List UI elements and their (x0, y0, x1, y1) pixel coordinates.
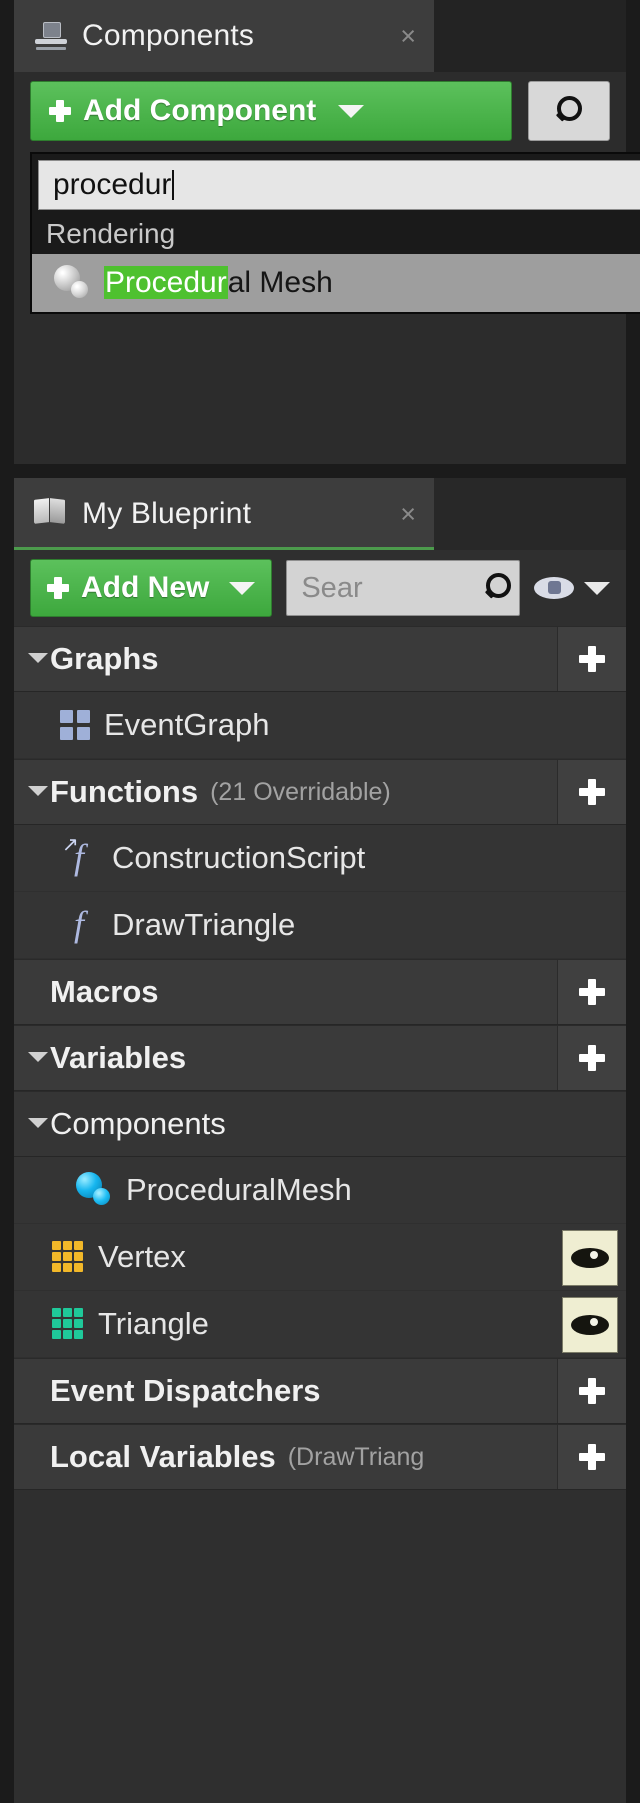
tree-item-label: EventGraph (104, 707, 270, 742)
tree-item-triangle[interactable]: Triangle (14, 1291, 626, 1358)
section-label-macros: Macros (50, 974, 159, 1009)
plus-icon (47, 577, 69, 599)
add-event-dispatcher-button[interactable] (557, 1359, 626, 1423)
section-label-event-dispatchers: Event Dispatchers (50, 1373, 321, 1408)
my-blueprint-tree: Graphs EventGraph Functions (21 Overrida… (14, 626, 626, 1610)
plus-icon (579, 779, 605, 805)
array-grid-icon (52, 1308, 84, 1340)
visibility-toggle-button[interactable] (534, 577, 614, 599)
add-function-button[interactable] (557, 760, 626, 824)
section-header-local-variables[interactable]: Local Variables (DrawTriang (14, 1424, 626, 1490)
section-label-components: Components (50, 1106, 226, 1141)
components-toolbar: Add Component (14, 72, 626, 150)
add-macro-button[interactable] (557, 960, 626, 1024)
close-icon[interactable]: × (360, 21, 416, 52)
myblueprint-tabstrip: My Blueprint × (14, 478, 626, 550)
add-graph-button[interactable] (557, 627, 626, 691)
components-tabstrip: Components × (14, 0, 626, 72)
tree-item-label: Triangle (98, 1306, 209, 1341)
tree-item-draw-triangle[interactable]: f DrawTriangle (14, 892, 626, 959)
blueprint-editor-panels: Components × Add Component procedur Rend… (0, 0, 640, 1803)
tab-active-underline (14, 547, 434, 550)
tree-item-label: DrawTriangle (112, 907, 296, 942)
component-search-input[interactable]: procedur (38, 160, 640, 210)
plus-icon (579, 979, 605, 1005)
chevron-down-icon (584, 581, 610, 595)
local-variables-scope: (DrawTriang (287, 1442, 425, 1471)
sphere-mesh-icon (76, 1172, 112, 1208)
add-new-label: Add New (81, 571, 210, 604)
my-blueprint-search-input[interactable]: Sear (286, 560, 520, 616)
close-icon[interactable]: × (360, 499, 416, 530)
search-icon (554, 95, 584, 127)
function-override-icon: ↗ f (62, 834, 84, 877)
dropdown-item-procedural-mesh[interactable]: Procedural Mesh (32, 254, 640, 312)
component-search-value: procedur (53, 168, 172, 201)
my-blueprint-tab-label: My Blueprint (82, 497, 252, 530)
book-icon (34, 499, 68, 529)
tree-item-vertex[interactable]: Vertex (14, 1224, 626, 1291)
triangle-visibility-toggle[interactable] (562, 1297, 618, 1353)
my-blueprint-toolbar: Add New Sear (14, 550, 626, 626)
event-graph-icon (60, 710, 90, 740)
search-match-rest: al Mesh (227, 266, 333, 299)
add-component-button[interactable]: Add Component (30, 81, 512, 141)
search-placeholder: Sear (301, 571, 363, 604)
plus-icon (579, 1045, 605, 1071)
components-panel: Components × Add Component procedur Rend… (14, 0, 640, 464)
eye-icon (571, 1248, 609, 1268)
tree-item-procedural-mesh[interactable]: ProceduralMesh (14, 1157, 626, 1224)
section-header-variables[interactable]: Variables (14, 1025, 626, 1091)
components-icon (34, 19, 68, 53)
components-search-button[interactable] (528, 81, 610, 141)
my-blueprint-empty-area (14, 1490, 626, 1610)
search-icon (483, 572, 513, 604)
section-label-graphs: Graphs (50, 641, 159, 676)
tab-my-blueprint[interactable]: My Blueprint × (14, 478, 434, 550)
chevron-down-icon[interactable] (28, 653, 48, 673)
add-local-variable-button[interactable] (557, 1425, 626, 1489)
section-header-functions[interactable]: Functions (21 Overridable) (14, 759, 626, 825)
functions-overridable-count: (21 Overridable) (210, 777, 391, 806)
components-tree-area (28, 330, 626, 464)
eye-icon (534, 577, 574, 599)
section-header-graphs[interactable]: Graphs (14, 626, 626, 692)
plus-icon (579, 1378, 605, 1404)
dropdown-item-label: Procedural Mesh (104, 266, 333, 300)
my-blueprint-panel: My Blueprint × Add New Sear Graphs Event… (14, 478, 626, 1803)
tree-item-label: ProceduralMesh (126, 1172, 352, 1207)
eye-icon (571, 1315, 609, 1335)
section-label-functions: Functions (50, 774, 199, 809)
chevron-down-icon[interactable] (28, 1052, 48, 1072)
section-header-event-dispatchers[interactable]: Event Dispatchers (14, 1358, 626, 1424)
add-new-button[interactable]: Add New (30, 559, 273, 617)
add-component-dropdown: procedur Rendering Procedural Mesh (30, 152, 640, 314)
section-label-variables: Variables (50, 1040, 187, 1075)
search-match-highlight: Procedur (104, 266, 228, 299)
section-label-local-variables: Local Variables (50, 1439, 276, 1474)
section-header-components[interactable]: Components (14, 1091, 626, 1157)
sphere-mesh-icon (54, 265, 90, 301)
chevron-down-icon[interactable] (28, 1118, 48, 1138)
array-grid-icon (52, 1241, 84, 1273)
plus-icon (579, 646, 605, 672)
text-cursor (172, 170, 175, 200)
vertex-visibility-toggle[interactable] (562, 1230, 618, 1286)
dropdown-category-rendering: Rendering (32, 214, 640, 254)
tree-item-construction-script[interactable]: ↗ f ConstructionScript (14, 825, 626, 892)
add-variable-button[interactable] (557, 1026, 626, 1090)
plus-icon (579, 1444, 605, 1470)
plus-icon (49, 100, 71, 122)
function-icon: f (73, 904, 84, 944)
chevron-down-icon (229, 581, 256, 595)
components-tab-label: Components (82, 19, 255, 52)
tree-item-label: Vertex (98, 1239, 186, 1274)
section-header-macros[interactable]: Macros (14, 959, 626, 1025)
chevron-down-icon[interactable] (28, 786, 48, 806)
tab-components[interactable]: Components × (14, 0, 434, 72)
chevron-down-icon (338, 104, 365, 118)
tree-item-event-graph[interactable]: EventGraph (14, 692, 626, 759)
add-component-label: Add Component (83, 94, 317, 127)
tree-item-label: ConstructionScript (112, 840, 366, 875)
